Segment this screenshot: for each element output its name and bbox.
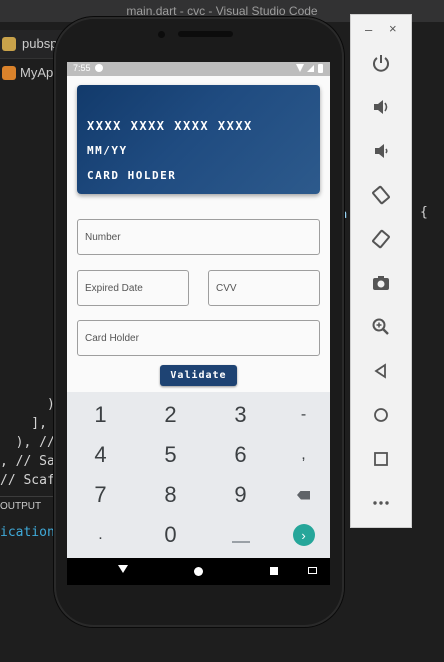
numeric-keyboard: 1 2 3 - 4 5 6 , 7 8 9 . 0 › [67, 392, 330, 558]
key-minus[interactable]: - [271, 395, 330, 435]
earpiece [178, 31, 233, 37]
key-3[interactable]: 3 [208, 395, 273, 435]
power-icon [373, 55, 389, 72]
volume-up-button[interactable] [367, 93, 395, 121]
number-placeholder: Number [85, 231, 121, 243]
output-panel [0, 496, 60, 662]
key-period[interactable]: . [68, 515, 133, 555]
camera-icon [373, 276, 389, 290]
more-icon [373, 501, 389, 505]
signal-icon [307, 65, 314, 72]
space-key[interactable] [208, 515, 273, 555]
nav-home-icon[interactable] [194, 567, 203, 576]
card-holder-field[interactable]: Card Holder [77, 320, 320, 356]
battery-icon [318, 64, 323, 73]
volume-down-icon [375, 144, 388, 158]
keyboard-switch-icon[interactable] [308, 567, 317, 574]
outline-item-label: MyAp [20, 65, 54, 80]
card-holder: CARD HOLDER [87, 169, 177, 182]
backspace-icon [297, 490, 310, 500]
close-button[interactable]: × [389, 21, 397, 36]
phone-screen: 7:55 XXXX XXXX XXXX XXXX MM/YY CARD HOLD… [67, 62, 330, 585]
key-0[interactable]: 0 [138, 515, 203, 555]
rotate-left-icon [372, 185, 390, 205]
card-number: XXXX XXXX XXXX XXXX [87, 119, 253, 133]
code-line: // Scaf [0, 473, 55, 488]
back-button[interactable] [367, 357, 395, 385]
chevron-right-icon: › [292, 524, 315, 546]
yaml-file-icon [2, 37, 16, 51]
home-icon [374, 408, 388, 422]
volume-down-button[interactable] [367, 137, 395, 165]
emulator-toolbar: – × [350, 14, 412, 528]
android-nav-bar [67, 558, 330, 585]
nav-recents-icon[interactable] [270, 567, 278, 575]
home-button[interactable] [367, 401, 395, 429]
key-8[interactable]: 8 [138, 475, 203, 515]
credit-card-preview: XXXX XXXX XXXX XXXX MM/YY CARD HOLDER [77, 85, 320, 194]
power-button[interactable] [367, 49, 395, 77]
cvv-field[interactable]: CVV [208, 270, 320, 306]
rotate-right-button[interactable] [367, 225, 395, 253]
overview-icon [374, 452, 388, 466]
key-5[interactable]: 5 [138, 435, 203, 475]
key-6[interactable]: 6 [208, 435, 273, 475]
settings-notification-icon [95, 64, 103, 72]
card-holder-placeholder: Card Holder [85, 332, 139, 344]
key-4[interactable]: 4 [68, 435, 133, 475]
status-bar: 7:55 [67, 62, 330, 76]
zoom-icon [372, 318, 389, 335]
cvv-placeholder: CVV [216, 282, 237, 294]
status-time: 7:55 [73, 63, 91, 73]
minimize-button[interactable]: – [365, 22, 372, 37]
rotate-left-button[interactable] [367, 181, 395, 209]
back-icon [374, 363, 386, 379]
explorer-item-label: pubsp [22, 36, 58, 51]
rotate-right-icon [372, 229, 390, 249]
wifi-icon [296, 64, 304, 72]
validate-button[interactable]: Validate [160, 365, 237, 386]
output-tab[interactable]: OUTPUT [0, 501, 41, 512]
space-icon [231, 541, 250, 543]
output-text: ication [0, 525, 55, 540]
backspace-key[interactable] [271, 475, 330, 515]
overview-button[interactable] [367, 445, 395, 473]
volume-up-icon [374, 100, 388, 114]
expired-date-placeholder: Expired Date [85, 282, 143, 294]
go-key[interactable]: › [271, 515, 330, 555]
front-camera [158, 31, 165, 38]
code-brace: { [420, 205, 428, 220]
key-comma[interactable]: , [271, 435, 330, 475]
more-button[interactable] [367, 489, 395, 517]
key-9[interactable]: 9 [208, 475, 273, 515]
screenshot-button[interactable] [367, 269, 395, 297]
key-1[interactable]: 1 [68, 395, 133, 435]
key-2[interactable]: 2 [138, 395, 203, 435]
number-field[interactable]: Number [77, 219, 320, 255]
expired-date-field[interactable]: Expired Date [77, 270, 189, 306]
card-expiry: MM/YY [87, 144, 128, 157]
code-line: , // Sa [0, 454, 55, 469]
zoom-button[interactable] [367, 313, 395, 341]
key-7[interactable]: 7 [68, 475, 133, 515]
nav-back-icon[interactable] [118, 565, 128, 573]
code-line: ), // [0, 435, 55, 450]
class-icon [2, 66, 16, 80]
